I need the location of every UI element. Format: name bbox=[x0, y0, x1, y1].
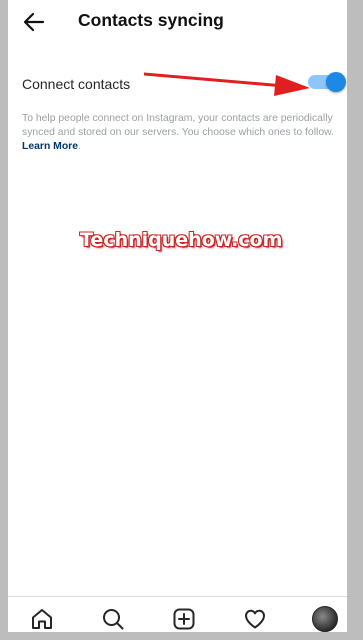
connect-contacts-label: Connect contacts bbox=[22, 76, 131, 92]
watermark: Techniquehow.com bbox=[80, 229, 283, 251]
nav-home[interactable] bbox=[28, 605, 56, 632]
nav-search[interactable] bbox=[99, 605, 127, 632]
search-icon bbox=[103, 609, 124, 630]
nav-new-post[interactable] bbox=[170, 605, 198, 632]
learn-more-link[interactable]: Learn More bbox=[22, 141, 78, 152]
page-title: Contacts syncing bbox=[78, 10, 224, 30]
nav-profile[interactable] bbox=[311, 605, 339, 632]
arrow-left-icon bbox=[23, 12, 45, 32]
profile-avatar bbox=[312, 606, 338, 632]
new-post-icon bbox=[173, 608, 195, 630]
nav-activity[interactable] bbox=[241, 605, 269, 632]
sync-description: To help people connect on Instagram, you… bbox=[22, 112, 334, 154]
bottom-navigation bbox=[8, 596, 347, 632]
back-button[interactable] bbox=[20, 8, 48, 36]
home-icon bbox=[32, 609, 52, 629]
toggle-thumb bbox=[326, 72, 346, 92]
description-text: To help people connect on Instagram, you… bbox=[22, 113, 334, 138]
red-arrow-annotation bbox=[144, 72, 310, 96]
description-period: . bbox=[78, 141, 81, 152]
activity-heart-icon bbox=[245, 609, 265, 629]
header: Contacts syncing bbox=[8, 0, 347, 44]
contacts-syncing-screen: Contacts syncing Connect contacts To hel… bbox=[8, 0, 347, 632]
